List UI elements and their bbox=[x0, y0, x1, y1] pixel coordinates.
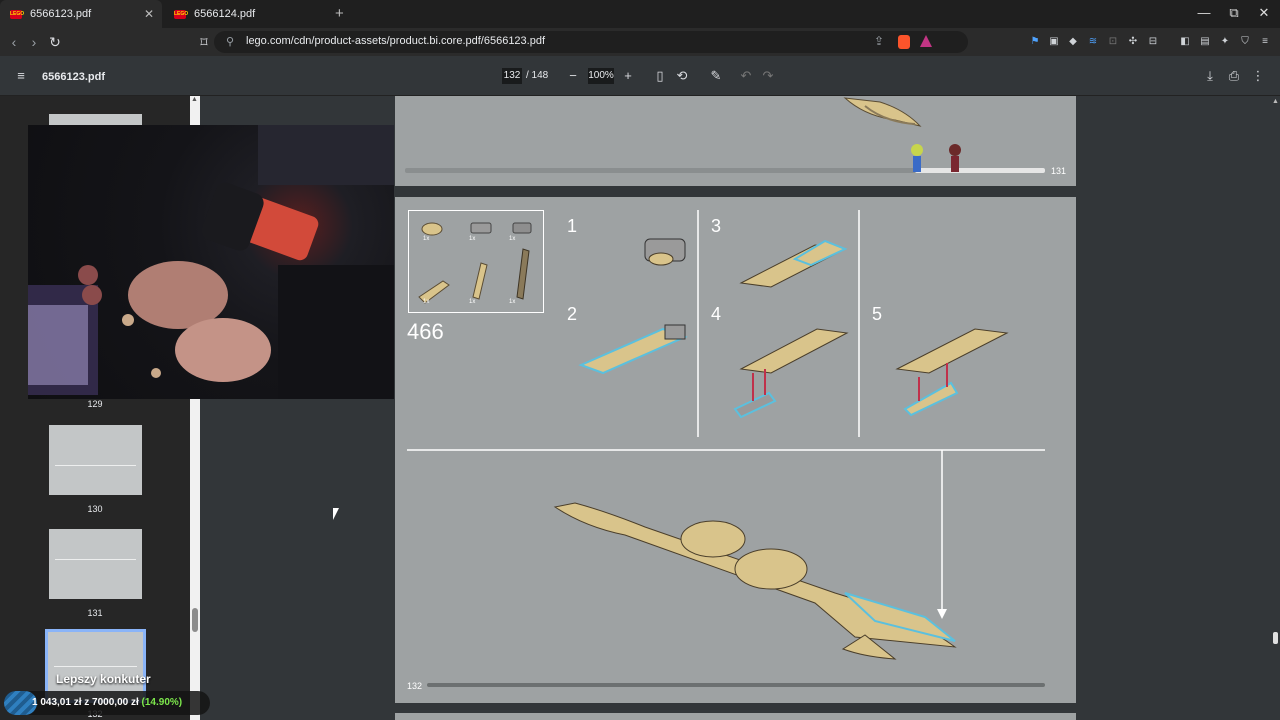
pdf-page-131: 131 bbox=[395, 96, 1076, 186]
goal-progress-text: 1 043,01 zł z 7000,00 zł (14.90%) bbox=[32, 697, 182, 708]
print-icon[interactable]: ⎙ bbox=[1226, 68, 1242, 84]
undo-icon[interactable]: ↶ bbox=[738, 68, 754, 84]
rotate-icon[interactable]: ⟲ bbox=[674, 68, 690, 84]
wallet-icon[interactable]: ▤ bbox=[1198, 35, 1212, 49]
page-number: 132 bbox=[407, 681, 423, 691]
thumbnail-label: 130 bbox=[87, 504, 103, 514]
scroll-up-icon[interactable]: ▲ bbox=[191, 96, 198, 103]
sidebar-toggle-icon[interactable]: ◧ bbox=[1178, 35, 1192, 49]
thumbnail-label: 129 bbox=[87, 399, 103, 409]
viewer-scroll-thumb[interactable] bbox=[1273, 632, 1278, 644]
leo-ai-icon[interactable]: ✦ bbox=[1218, 35, 1232, 49]
zoom-out-icon[interactable]: − bbox=[565, 68, 581, 84]
reload-icon[interactable]: ↻ bbox=[47, 34, 63, 50]
thumbnail-page-131[interactable] bbox=[49, 529, 142, 599]
brave-shields-icon[interactable] bbox=[898, 35, 910, 49]
goal-amount: 1 043,01 zł z 7000,00 zł bbox=[32, 697, 139, 708]
pdf-toolbar: ≡ 6566123.pdf 132 / 148 − 100% + ▯ ⟲ ✎ ↶… bbox=[0, 56, 1280, 96]
goal-progress-bar: 1 043,01 zł z 7000,00 zł (14.90%) bbox=[4, 691, 210, 715]
new-tab-button[interactable]: + bbox=[335, 5, 344, 22]
url-text: lego.com/cdn/product-assets/product.bi.c… bbox=[246, 35, 546, 47]
share-icon[interactable]: ⇪ bbox=[874, 34, 884, 48]
tab-bar: LEGO 6566123.pdf ✕ LEGO 6566124.pdf + — … bbox=[0, 0, 1280, 28]
close-tab-icon[interactable]: ✕ bbox=[144, 7, 154, 21]
page-131-illustration bbox=[405, 97, 1045, 173]
bookmark-icon[interactable]: ⌑ bbox=[196, 34, 212, 50]
build-steps-illustration bbox=[407, 210, 1045, 687]
page-total: / 148 bbox=[526, 70, 549, 81]
sidebar-scroll-thumb[interactable] bbox=[192, 608, 198, 632]
tab-6566124[interactable]: LEGO 6566124.pdf bbox=[164, 0, 326, 28]
extension-icon[interactable]: ▣ bbox=[1047, 35, 1061, 49]
donation-goal-overlay: Lepszy konkuter 1 043,01 zł z 7000,00 zł… bbox=[0, 665, 212, 720]
scroll-up-icon[interactable]: ▲ bbox=[1272, 98, 1279, 105]
screenshot-icon[interactable]: ⊟ bbox=[1146, 35, 1160, 49]
goal-percent: (14.90%) bbox=[141, 697, 183, 708]
hamburger-menu-icon[interactable]: ≡ bbox=[13, 68, 29, 84]
address-bar[interactable]: ⚲ lego.com/cdn/product-assets/product.bi… bbox=[214, 31, 968, 53]
extension-translate-icon[interactable]: ⚑ bbox=[1028, 35, 1042, 49]
fit-page-icon[interactable]: ▯ bbox=[652, 68, 668, 84]
brave-rewards-icon[interactable] bbox=[920, 35, 932, 47]
page-number-input[interactable]: 132 bbox=[502, 68, 522, 84]
extension-wave-icon[interactable]: ≋ bbox=[1086, 35, 1100, 49]
extensions-puzzle-icon[interactable]: ✣ bbox=[1126, 35, 1140, 49]
zoom-input[interactable]: 100% bbox=[588, 68, 614, 84]
extension-diamond-icon[interactable]: ◆ bbox=[1066, 35, 1080, 49]
lego-favicon-icon: LEGO bbox=[174, 9, 189, 19]
goal-title: Lepszy konkuter bbox=[56, 672, 151, 686]
tab-title: 6566123.pdf bbox=[30, 8, 92, 20]
pdf-page-133 bbox=[395, 713, 1076, 720]
navigation-bar: ‹ › ↻ ⌑ ⚲ lego.com/cdn/product-assets/pr… bbox=[0, 28, 1280, 56]
thumbnail-page-130[interactable] bbox=[49, 425, 142, 495]
extension-disabled-icon[interactable]: ⊡ bbox=[1106, 35, 1120, 49]
tab-title: 6566124.pdf bbox=[194, 8, 256, 20]
redo-icon[interactable]: ↷ bbox=[760, 68, 776, 84]
webcam-overlay bbox=[28, 125, 394, 399]
viewer-scrollbar[interactable]: ▲ bbox=[1270, 96, 1280, 720]
mouse-cursor-icon bbox=[333, 508, 339, 520]
tab-6566123[interactable]: LEGO 6566123.pdf ✕ bbox=[0, 0, 162, 28]
download-icon[interactable]: ⤓ bbox=[1202, 68, 1218, 84]
menu-icon[interactable]: ≡ bbox=[1258, 35, 1272, 49]
site-info-icon[interactable]: ⚲ bbox=[226, 35, 234, 48]
webcam-feed-image bbox=[28, 125, 394, 399]
back-icon[interactable]: ‹ bbox=[6, 34, 22, 50]
zoom-in-icon[interactable]: + bbox=[620, 68, 636, 84]
forward-icon[interactable]: › bbox=[26, 34, 42, 50]
thumbnail-label: 131 bbox=[87, 608, 103, 618]
restore-button[interactable]: ⧉ bbox=[1226, 5, 1242, 21]
more-options-icon[interactable]: ⋮ bbox=[1250, 68, 1266, 84]
page-number: 131 bbox=[1051, 166, 1067, 176]
pdf-page-132: 1x 1x 1x 1x 1x 1x 466 1 2 3 4 5 132 bbox=[395, 197, 1076, 703]
close-window-button[interactable]: ✕ bbox=[1256, 5, 1272, 21]
annotate-icon[interactable]: ✎ bbox=[708, 68, 724, 84]
minimize-button[interactable]: — bbox=[1196, 5, 1212, 20]
pdf-file-name: 6566123.pdf bbox=[42, 71, 105, 83]
vpn-shield-icon[interactable]: ⛉ bbox=[1238, 35, 1252, 49]
lego-favicon-icon: LEGO bbox=[10, 9, 25, 19]
